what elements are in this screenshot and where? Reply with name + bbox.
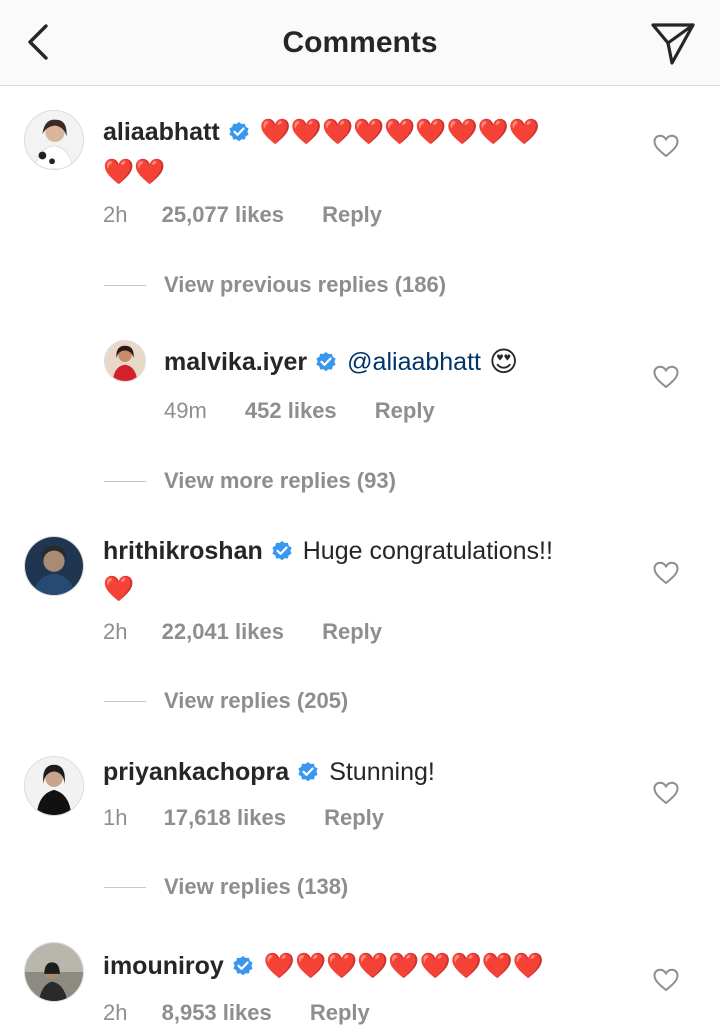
avatar[interactable] [104,340,146,382]
username[interactable]: imouniroy [103,948,224,984]
reply-button[interactable]: Reply [375,396,435,426]
heart-outline-icon [653,561,679,585]
divider-line [104,700,146,702]
verified-badge-icon [228,121,250,143]
like-button[interactable] [653,561,679,585]
view-replies-label: View previous replies (186) [164,272,447,297]
divider-line [104,284,146,286]
comment-text: ❤️❤️❤️❤️❤️❤️❤️❤️❤️ [263,952,544,980]
username[interactable]: aliaabhatt [103,114,220,150]
view-replies-link[interactable]: View more replies (93) [104,466,396,496]
comment-text: Stunning! [329,758,435,786]
divider-line [104,886,146,888]
avatar[interactable] [24,536,84,596]
header-bar: Comments [0,0,720,86]
comment-time: 2h [103,1000,128,1025]
page-title: Comments [282,26,438,59]
like-button[interactable] [653,134,679,158]
comment-text-continued: ❤️ [103,575,135,603]
verified-badge-icon [315,351,337,373]
comment-time: 1h [103,805,128,830]
username[interactable]: priyankachopra [103,754,289,790]
comment-text-continued: ❤️❤️ [103,158,166,186]
like-button[interactable] [653,781,679,805]
reply-button[interactable]: Reply [324,803,384,833]
verified-badge-icon [297,761,319,783]
avatar[interactable] [24,756,84,816]
likes-count[interactable]: 25,077 likes [162,200,284,230]
likes-count[interactable]: 22,041 likes [162,617,284,647]
comment-time: 2h [103,202,128,227]
share-button[interactable] [650,21,696,65]
verified-badge-icon [232,955,254,977]
avatar[interactable] [24,942,84,1002]
username[interactable]: malvika.iyer [164,344,307,380]
heart-outline-icon [653,365,679,389]
view-replies-label: View replies (205) [164,688,349,713]
reply-button[interactable]: Reply [310,998,370,1028]
view-replies-link[interactable]: View replies (205) [104,686,348,716]
comment-text: Huge congratulations!! [302,537,553,565]
view-replies-label: View replies (138) [164,874,349,899]
reply-button[interactable]: Reply [322,617,382,647]
likes-count[interactable]: 17,618 likes [164,803,286,833]
likes-count[interactable]: 8,953 likes [162,998,272,1028]
username[interactable]: hrithikroshan [103,533,263,569]
comment-text: ❤️❤️❤️❤️❤️❤️❤️❤️❤️ [259,118,540,146]
heart-outline-icon [653,781,679,805]
comment-time: 49m [164,398,207,423]
reply-button[interactable]: Reply [322,200,382,230]
like-button[interactable] [653,365,679,389]
view-replies-label: View more replies (93) [164,468,396,493]
heart-eyes-emoji: 😍 [488,346,519,377]
paper-plane-icon [651,23,695,65]
verified-badge-icon [271,540,293,562]
divider-line [104,480,146,482]
likes-count[interactable]: 452 likes [245,396,337,426]
like-button[interactable] [653,968,679,992]
comment-time: 2h [103,619,128,644]
heart-outline-icon [653,968,679,992]
view-replies-link[interactable]: View previous replies (186) [104,270,446,300]
avatar[interactable] [24,110,84,170]
heart-outline-icon [653,134,679,158]
mention-link[interactable]: @aliaabhatt [347,344,481,380]
view-replies-link[interactable]: View replies (138) [104,872,348,902]
